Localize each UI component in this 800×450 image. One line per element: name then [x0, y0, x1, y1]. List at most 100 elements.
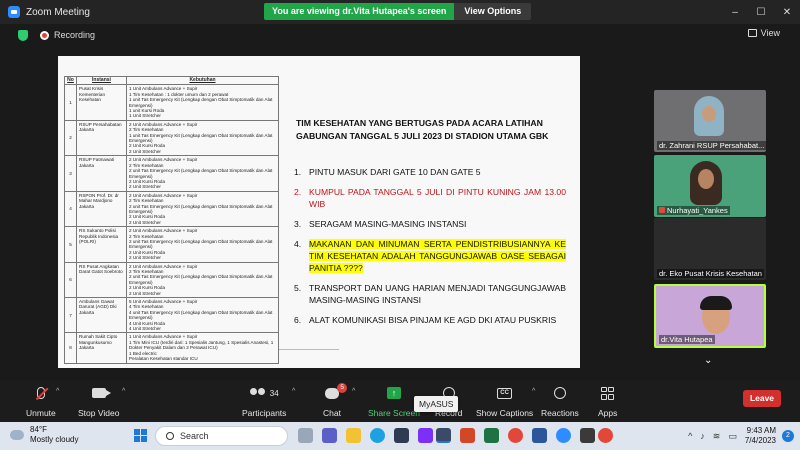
- teams-icon[interactable]: [322, 428, 337, 443]
- participants-label: Participants: [242, 408, 287, 418]
- unmute-label: Unmute: [26, 408, 56, 418]
- kebutuhan-line: 1 Unit Stretcher: [129, 113, 161, 119]
- app-icon[interactable]: [418, 428, 433, 443]
- taskview-icon[interactable]: [298, 428, 313, 443]
- table-header-kebutuhan: Kebutuhan: [126, 75, 279, 86]
- security-shield-icon[interactable]: [18, 29, 28, 41]
- kebutuhan-line: 1 unit Tas Emergency Kit (Lengkap dengan…: [129, 97, 273, 108]
- participant-video: [690, 161, 722, 205]
- app-icon[interactable]: [580, 428, 595, 443]
- kebutuhan-line: 2 unit Tas Emergency Kit (Lengkap dengan…: [129, 203, 273, 214]
- taskbar-search[interactable]: Search: [155, 426, 288, 446]
- participants-button[interactable]: 34 Participants: [242, 384, 286, 418]
- table-cell-instansi: Pusat Krisis Kementerian Kesehatan: [76, 84, 127, 121]
- table-cell-no: 5: [64, 226, 77, 263]
- instruction-text: PINTU MASUK DARI GATE 10 DAN GATE 5: [309, 167, 481, 177]
- participant-tile[interactable]: dr. Eko Pusat Krisis Kesehatan: [654, 218, 766, 280]
- participant-tile[interactable]: dr. Zahrani RSUP Persahabat...: [654, 90, 766, 152]
- captions-options-caret-icon[interactable]: ^: [532, 388, 535, 395]
- kebutuhan-line: 2 Unit Stretcher: [129, 219, 161, 225]
- audio-options-caret-icon[interactable]: ^: [56, 388, 59, 395]
- wifi-icon[interactable]: ≋: [713, 431, 721, 442]
- table-header-instansi: Instansi: [76, 75, 127, 86]
- kebutuhan-line: 4 unit Tas Emergency Kit (Lengkap dengan…: [129, 309, 273, 321]
- edge-icon[interactable]: [370, 428, 385, 443]
- viewing-message: You are viewing dr.Vita Hutapea's screen: [264, 3, 455, 20]
- zoom-taskbar-icon[interactable]: [556, 428, 571, 443]
- chat-button[interactable]: 5 Chat: [323, 382, 347, 418]
- table-cell-no: 7: [64, 297, 77, 334]
- instruction-text-wrap: ALAT KOMUNIKASI BISA PINJAM KE AGD DKI A…: [309, 314, 566, 326]
- window-controls: – ☐ ✕: [722, 0, 800, 24]
- participant-tile[interactable]: Nurhayati_Yankes: [654, 155, 766, 217]
- notification-badge[interactable]: 2: [782, 430, 794, 442]
- myasus-icon[interactable]: [436, 428, 451, 443]
- video-options-caret-icon[interactable]: ^: [122, 388, 125, 395]
- participant-name: dr. Zahrani RSUP Persahabat...: [657, 141, 766, 150]
- table-cell-kebutuhan: 2 Unit Ambulans Advance + Supir 2 Tim Kes…: [126, 261, 279, 299]
- instruction-text: MAKANAN DAN MINUMAN SERTA PENDISTRIBUSIA…: [309, 239, 566, 273]
- file-explorer-icon[interactable]: [346, 428, 361, 443]
- stop-video-button[interactable]: Stop Video: [78, 384, 119, 418]
- view-options-button[interactable]: View Options: [454, 3, 532, 20]
- cloud-icon: [10, 430, 24, 440]
- chevron-down-icon[interactable]: ⌄: [704, 356, 714, 366]
- table-cell-no: 8: [64, 332, 77, 364]
- instruction-item: 2. KUMPUL PADA TANGGAL 5 JULI DI PINTU KU…: [294, 186, 566, 210]
- weather-widget[interactable]: 84°F Mostly cloudy: [10, 425, 78, 445]
- participants-options-caret-icon[interactable]: ^: [292, 388, 295, 395]
- reactions-button[interactable]: Reactions: [541, 384, 579, 418]
- word-icon[interactable]: [532, 428, 547, 443]
- powerpoint-icon[interactable]: [460, 428, 475, 443]
- kebutuhan-line: 2 Unit Stretcher: [129, 148, 161, 154]
- excel-icon[interactable]: [484, 428, 499, 443]
- table-row: 7 Ambulans Gawat Darurat (AGD) Dki Jakart…: [64, 297, 279, 334]
- taskbar-clock[interactable]: 9:43 AM 7/4/2023: [745, 426, 776, 446]
- table-header-no: No: [64, 75, 77, 86]
- instruction-number: 2.: [294, 187, 302, 197]
- clock-date: 7/4/2023: [744, 436, 776, 445]
- kebutuhan-line: 4 Unit Stretcher: [129, 326, 161, 332]
- chrome-icon[interactable]: [508, 428, 523, 443]
- table-row: 5 RS Sukanto Polisi Republik Indonesia (P…: [64, 226, 279, 263]
- instruction-number: 4.: [294, 239, 302, 249]
- windows-taskbar: 84°F Mostly cloudy Search ^ ♪ ≋ ▭ 9:43 A…: [0, 422, 800, 450]
- kebutuhan-line: 2 Unit Stretcher: [129, 290, 161, 296]
- table-cell-no: 6: [64, 261, 77, 299]
- video-camera-icon: [91, 388, 111, 398]
- participant-name: dr.Vita Hutapea: [659, 335, 715, 344]
- reactions-icon: [553, 387, 566, 399]
- share-screen-button[interactable]: ↑ Share Screen: [368, 384, 420, 418]
- minimize-button[interactable]: –: [722, 0, 748, 24]
- chrome-icon[interactable]: [598, 428, 613, 443]
- windows-start-icon[interactable]: [134, 429, 147, 442]
- instruction-item: 3. SERAGAM MASING-MASING INSTANSI: [294, 218, 566, 230]
- speaker-icon[interactable]: ♪: [700, 431, 705, 441]
- unmute-button[interactable]: Unmute: [26, 384, 56, 418]
- chevron-up-icon[interactable]: ^: [688, 431, 692, 441]
- shared-screen-slide: No Instansi Kebutuhan 1 Pusat Krisis Keme…: [58, 56, 580, 368]
- myasus-tooltip: MyASUS: [414, 396, 459, 412]
- recording-icon: [40, 30, 49, 40]
- chat-options-caret-icon[interactable]: ^: [352, 388, 355, 395]
- show-captions-button[interactable]: CC Show Captions: [476, 384, 533, 418]
- instruction-text: SERAGAM MASING-MASING INSTANSI: [309, 219, 467, 229]
- leave-button[interactable]: Leave: [743, 390, 781, 407]
- table-cell-no: 3: [64, 155, 77, 192]
- table-row: 6 RS Pusat Angkatan Darat Gatot Soebroto 2…: [64, 261, 279, 299]
- table-cell-instansi: Ambulans Gawat Darurat (AGD) Dki Jakarta: [76, 297, 127, 334]
- clock-time: 9:43 AM: [746, 426, 776, 435]
- apps-button[interactable]: Apps: [598, 384, 617, 418]
- battery-icon[interactable]: ▭: [728, 431, 737, 442]
- instruction-number: 3.: [294, 219, 302, 229]
- view-button[interactable]: View: [747, 28, 780, 38]
- close-button[interactable]: ✕: [774, 0, 800, 24]
- weather-condition: Mostly cloudy: [30, 435, 79, 444]
- maximize-button[interactable]: ☐: [748, 0, 774, 24]
- active-speaker-tile[interactable]: dr.Vita Hutapea: [654, 284, 766, 348]
- instruction-number: 5.: [294, 283, 302, 293]
- share-screen-icon: ↑: [386, 387, 401, 399]
- table-row: 2 RSUP Persahabatan Jakarta 2 Unit Ambulan…: [64, 119, 279, 157]
- table-cell-kebutuhan: 2 Unit Ambulans Advance + Supir 2 Tim Kes…: [126, 226, 279, 263]
- store-icon[interactable]: [394, 428, 409, 443]
